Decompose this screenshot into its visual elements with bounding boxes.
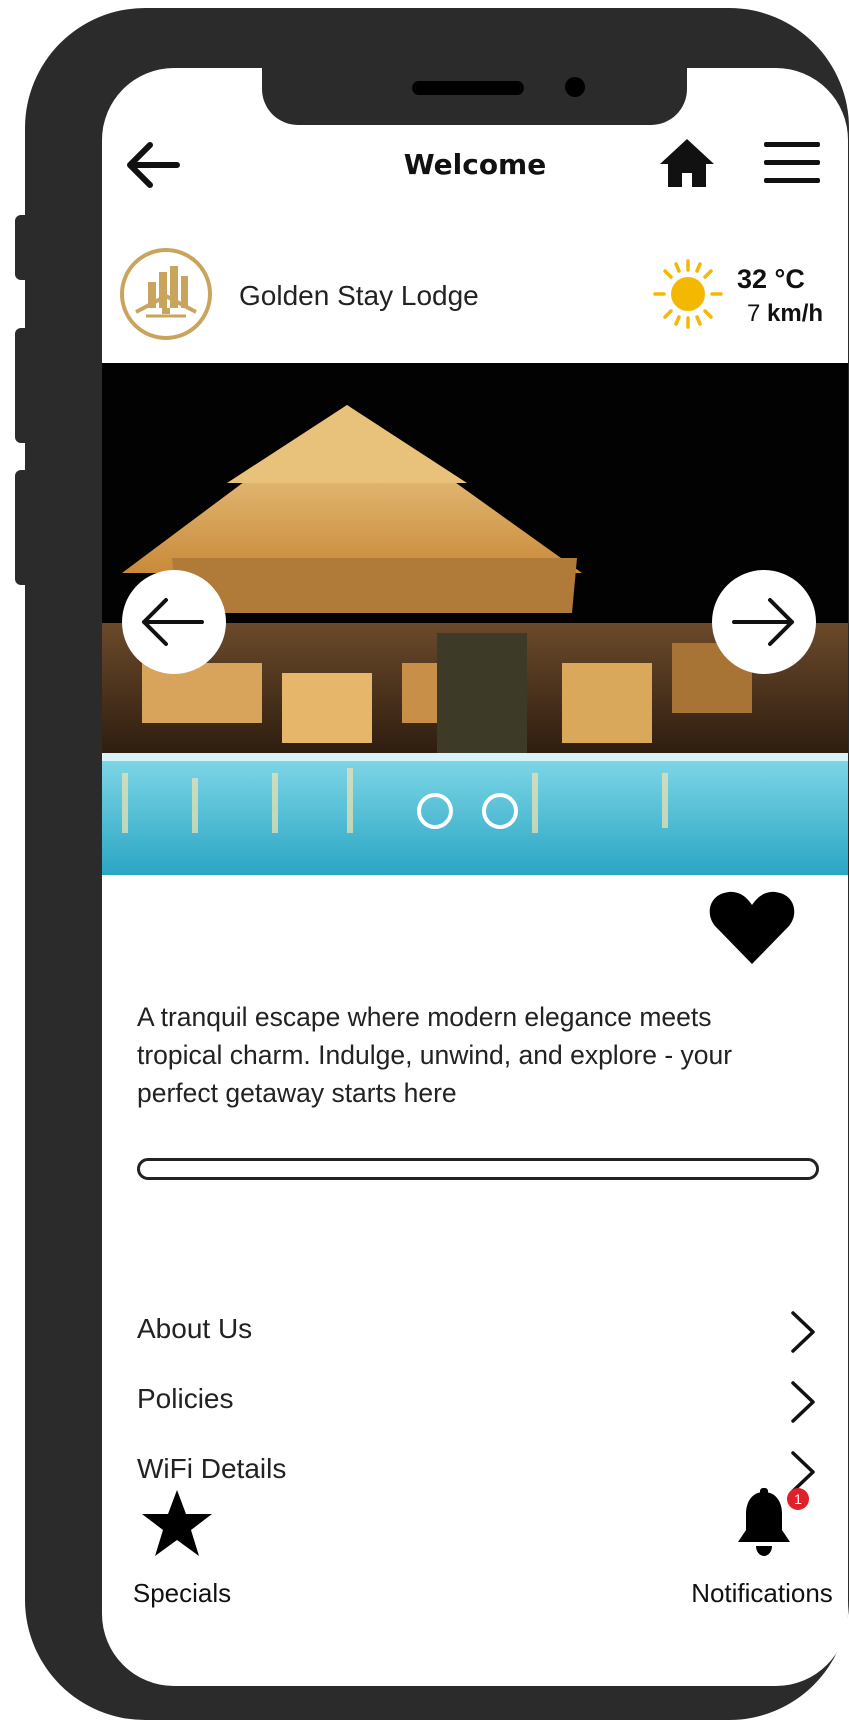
notifications-label: Notifications — [691, 1578, 833, 1608]
wind-speed: 7 km/h — [747, 300, 823, 328]
wind-value: 7 — [747, 300, 761, 327]
heart-icon — [709, 891, 795, 964]
hero-carousel[interactable] — [102, 363, 848, 875]
hotel-logo — [120, 248, 212, 340]
hotel-name: Golden Stay Lodge — [239, 280, 479, 311]
phone-screen: Welcome Golden Stay Lodge 32 °C 7 km/h A… — [102, 68, 848, 1686]
top-bar: Welcome — [102, 68, 848, 258]
specials-button[interactable]: Specials — [112, 1488, 252, 1608]
wind-unit: km/h — [767, 300, 824, 327]
phone-frame: Welcome Golden Stay Lodge 32 °C 7 km/h A… — [25, 8, 849, 1720]
star-icon — [142, 1490, 212, 1556]
menu-button[interactable] — [762, 140, 822, 186]
hotel-description: A tranquil escape where modern elegance … — [137, 1002, 733, 1108]
carousel-prev-button[interactable] — [122, 570, 226, 674]
chevron-right-icon — [791, 1381, 815, 1423]
building-logo-icon — [135, 266, 197, 318]
page-title: Welcome — [403, 148, 547, 181]
favorite-button[interactable] — [707, 888, 797, 968]
home-button[interactable] — [657, 133, 717, 193]
arrow-left-icon — [142, 598, 204, 646]
menu-item-label: WiFi Details — [137, 1453, 287, 1484]
chevron-right-icon — [791, 1311, 815, 1353]
sun-icon — [653, 259, 723, 329]
menu-item-label: About Us — [137, 1313, 253, 1344]
menu-item-label: Policies — [137, 1383, 234, 1414]
notifications-button[interactable]: 1 Notifications — [677, 1488, 847, 1608]
arrow-right-icon — [732, 598, 794, 646]
carousel-dot-2[interactable] — [482, 793, 518, 829]
weather-widget — [652, 258, 724, 330]
carousel-dot-1[interactable] — [417, 793, 453, 829]
menu-item-about-us[interactable]: About Us — [137, 1305, 817, 1361]
carousel-next-button[interactable] — [712, 570, 816, 674]
specials-label: Specials — [132, 1578, 232, 1608]
home-icon — [660, 139, 714, 187]
progress-bar — [137, 1158, 819, 1180]
notification-badge: 1 — [787, 1488, 809, 1510]
hamburger-menu-icon — [764, 142, 820, 183]
temperature: 32 °C — [737, 264, 805, 294]
menu-item-policies[interactable]: Policies — [137, 1375, 817, 1431]
